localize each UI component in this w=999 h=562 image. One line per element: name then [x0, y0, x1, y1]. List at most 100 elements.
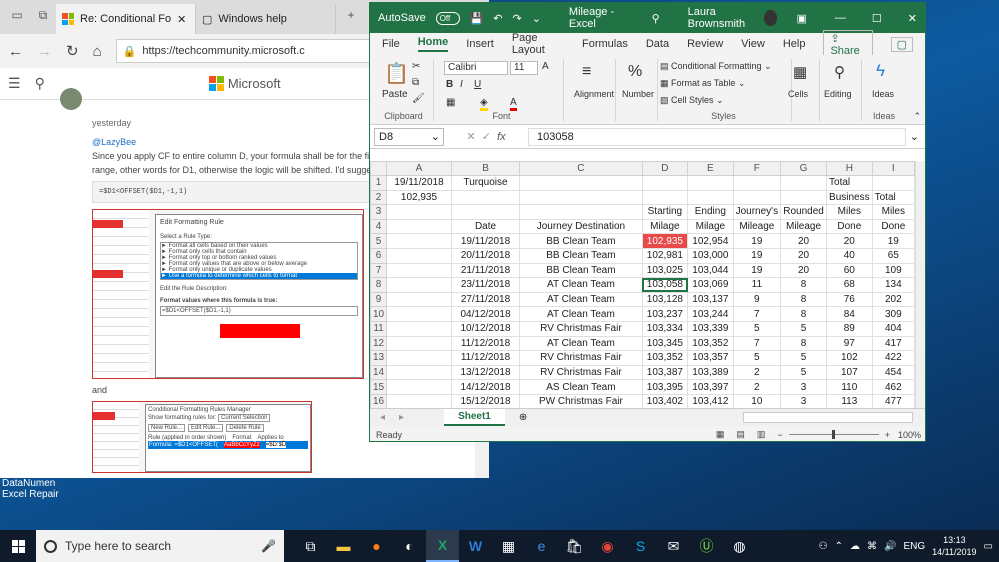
cell-F1[interactable] — [732, 175, 782, 191]
cell-E8[interactable]: 103,069 — [687, 277, 734, 293]
grow-font-icon[interactable]: A — [542, 61, 549, 72]
cell-I16[interactable]: 477 — [871, 393, 915, 408]
cell-F13[interactable]: 5 — [732, 350, 782, 366]
row-header[interactable]: 2 — [370, 189, 388, 206]
row-header[interactable]: 3 — [370, 204, 388, 220]
tab-preview-icon[interactable]: ▭ — [8, 8, 26, 26]
cell-B5[interactable]: 19/11/2018 — [450, 233, 521, 249]
cell-G14[interactable]: 5 — [780, 364, 828, 381]
show-rules-select[interactable]: Current Selection — [218, 414, 271, 422]
forward-icon[interactable]: → — [37, 43, 52, 60]
zoom-level[interactable]: 100% — [898, 430, 921, 440]
cell-E9[interactable]: 103,137 — [687, 291, 734, 308]
cell-E10[interactable]: 103,244 — [687, 306, 734, 322]
font-name-select[interactable]: Calibri — [444, 61, 508, 75]
percent-icon[interactable]: % — [628, 63, 642, 81]
cell-B15[interactable]: 14/12/2018 — [450, 379, 521, 395]
next-sheet-icon[interactable]: ▸ — [399, 412, 404, 423]
sheet-tab-sheet1[interactable]: Sheet1 — [444, 409, 505, 426]
row-header[interactable]: 6 — [370, 247, 388, 264]
tab-formulas[interactable]: Formulas — [582, 38, 628, 50]
cell-F10[interactable]: 7 — [732, 306, 782, 322]
row-header[interactable]: 4 — [370, 218, 388, 235]
cell-B16[interactable]: 15/12/2018 — [450, 393, 521, 408]
vertical-scrollbar[interactable] — [915, 161, 925, 408]
gimp-icon[interactable]: ◐ — [393, 530, 426, 562]
cell-H13[interactable]: 102 — [826, 350, 873, 366]
close-tab-icon[interactable]: ✕ — [177, 13, 186, 26]
cell-G9[interactable]: 8 — [780, 291, 828, 308]
tab-home[interactable]: Home — [417, 36, 449, 52]
column-header[interactable]: A — [386, 161, 452, 176]
formula-input[interactable]: 103058 — [528, 127, 906, 146]
menu-icon[interactable]: ☰ — [8, 75, 21, 92]
cell-C7[interactable]: BB Clean Team — [519, 262, 643, 279]
cell-A8[interactable] — [386, 277, 452, 293]
cell-C11[interactable]: RV Christmas Fair — [519, 320, 643, 337]
cell-E11[interactable]: 103,339 — [687, 320, 734, 337]
cell-C15[interactable]: AS Clean Team — [519, 379, 643, 395]
cell-H12[interactable]: 97 — [826, 335, 873, 352]
language-indicator[interactable]: ENG — [903, 541, 925, 552]
horizontal-scrollbar[interactable] — [743, 412, 913, 423]
normal-view-icon[interactable]: ▦ — [716, 429, 725, 440]
cell-I10[interactable]: 309 — [871, 306, 915, 322]
font-color-icon[interactable]: A — [510, 97, 517, 111]
zoom-slider-thumb[interactable] — [831, 430, 835, 439]
tab-insert[interactable]: Insert — [466, 38, 494, 50]
cell-A6[interactable] — [386, 247, 452, 264]
cut-icon[interactable]: ✂ — [412, 61, 420, 72]
cell-H10[interactable]: 84 — [826, 306, 873, 322]
cell-A3[interactable] — [386, 204, 452, 220]
save-icon[interactable]: 💾 — [470, 12, 484, 25]
cell-G13[interactable]: 5 — [780, 350, 828, 366]
italic-icon[interactable]: I — [460, 79, 463, 90]
ribbon-display-icon[interactable]: ▣ — [797, 12, 807, 25]
clock[interactable]: 13:13 14/11/2019 — [932, 534, 976, 558]
cell-D2[interactable] — [641, 189, 689, 206]
alignment-button[interactable]: Alignment — [564, 89, 624, 99]
cell-H9[interactable]: 76 — [826, 291, 873, 308]
rule-row[interactable]: Formula: =$D1<OFFSET( AaBbCcYyZz =$D:$D — [148, 441, 308, 449]
cell-E3[interactable]: Ending — [687, 204, 734, 220]
cell-G11[interactable]: 5 — [780, 320, 828, 337]
file-explorer-icon[interactable]: ▬ — [327, 530, 360, 562]
tab-help[interactable]: Help — [783, 38, 806, 50]
avatar[interactable] — [60, 88, 82, 110]
volume-icon[interactable]: 🔊 — [884, 541, 896, 552]
cell-A12[interactable] — [386, 335, 452, 352]
cell-B10[interactable]: 04/12/2018 — [450, 306, 521, 322]
row-header[interactable]: 11 — [370, 320, 388, 337]
cell-C10[interactable]: AT Clean Team — [519, 306, 643, 322]
cell-D14[interactable]: 103,387 — [641, 364, 689, 381]
column-header[interactable]: H — [826, 161, 873, 176]
notifications-icon[interactable]: ▭ — [984, 541, 993, 552]
cell-D4[interactable]: Milage — [641, 218, 689, 235]
cell-A5[interactable] — [386, 233, 452, 249]
cell-H4[interactable]: Done — [826, 218, 873, 235]
alignment-icon[interactable]: ≡ — [582, 63, 591, 81]
cancel-icon[interactable]: ✕ — [466, 131, 475, 143]
browser-tab-conditional[interactable]: Re: Conditional Fo ✕ — [56, 4, 196, 34]
column-header[interactable]: D — [641, 161, 689, 176]
borders-icon[interactable]: ▦ — [446, 97, 455, 108]
edit-rule-button[interactable]: Edit Rule... — [188, 424, 224, 432]
cell-B14[interactable]: 13/12/2018 — [450, 364, 521, 381]
fill-color-icon[interactable]: ◈ — [480, 97, 488, 111]
paste-icon[interactable]: 📋 — [384, 61, 409, 86]
new-rule-button[interactable]: New Rule... — [148, 424, 186, 432]
word-taskbar-icon[interactable]: W — [459, 530, 492, 562]
cell-D6[interactable]: 102,981 — [641, 247, 689, 264]
cell-D7[interactable]: 103,025 — [641, 262, 689, 279]
cell-G2[interactable] — [780, 189, 828, 206]
firefox-icon[interactable]: ● — [360, 530, 393, 562]
customize-qat-icon[interactable]: ⌄ — [532, 12, 541, 25]
cell-I6[interactable]: 65 — [871, 247, 915, 264]
cell-B13[interactable]: 11/12/2018 — [450, 350, 521, 366]
cell-E6[interactable]: 103,000 — [687, 247, 734, 264]
cell-I7[interactable]: 109 — [871, 262, 915, 279]
cell-B11[interactable]: 10/12/2018 — [450, 320, 521, 337]
expand-formula-icon[interactable]: ⌄ — [910, 130, 919, 143]
cell-I11[interactable]: 404 — [871, 320, 915, 337]
conditional-formatting-button[interactable]: ▤ Conditional Formatting ⌄ — [660, 61, 772, 72]
